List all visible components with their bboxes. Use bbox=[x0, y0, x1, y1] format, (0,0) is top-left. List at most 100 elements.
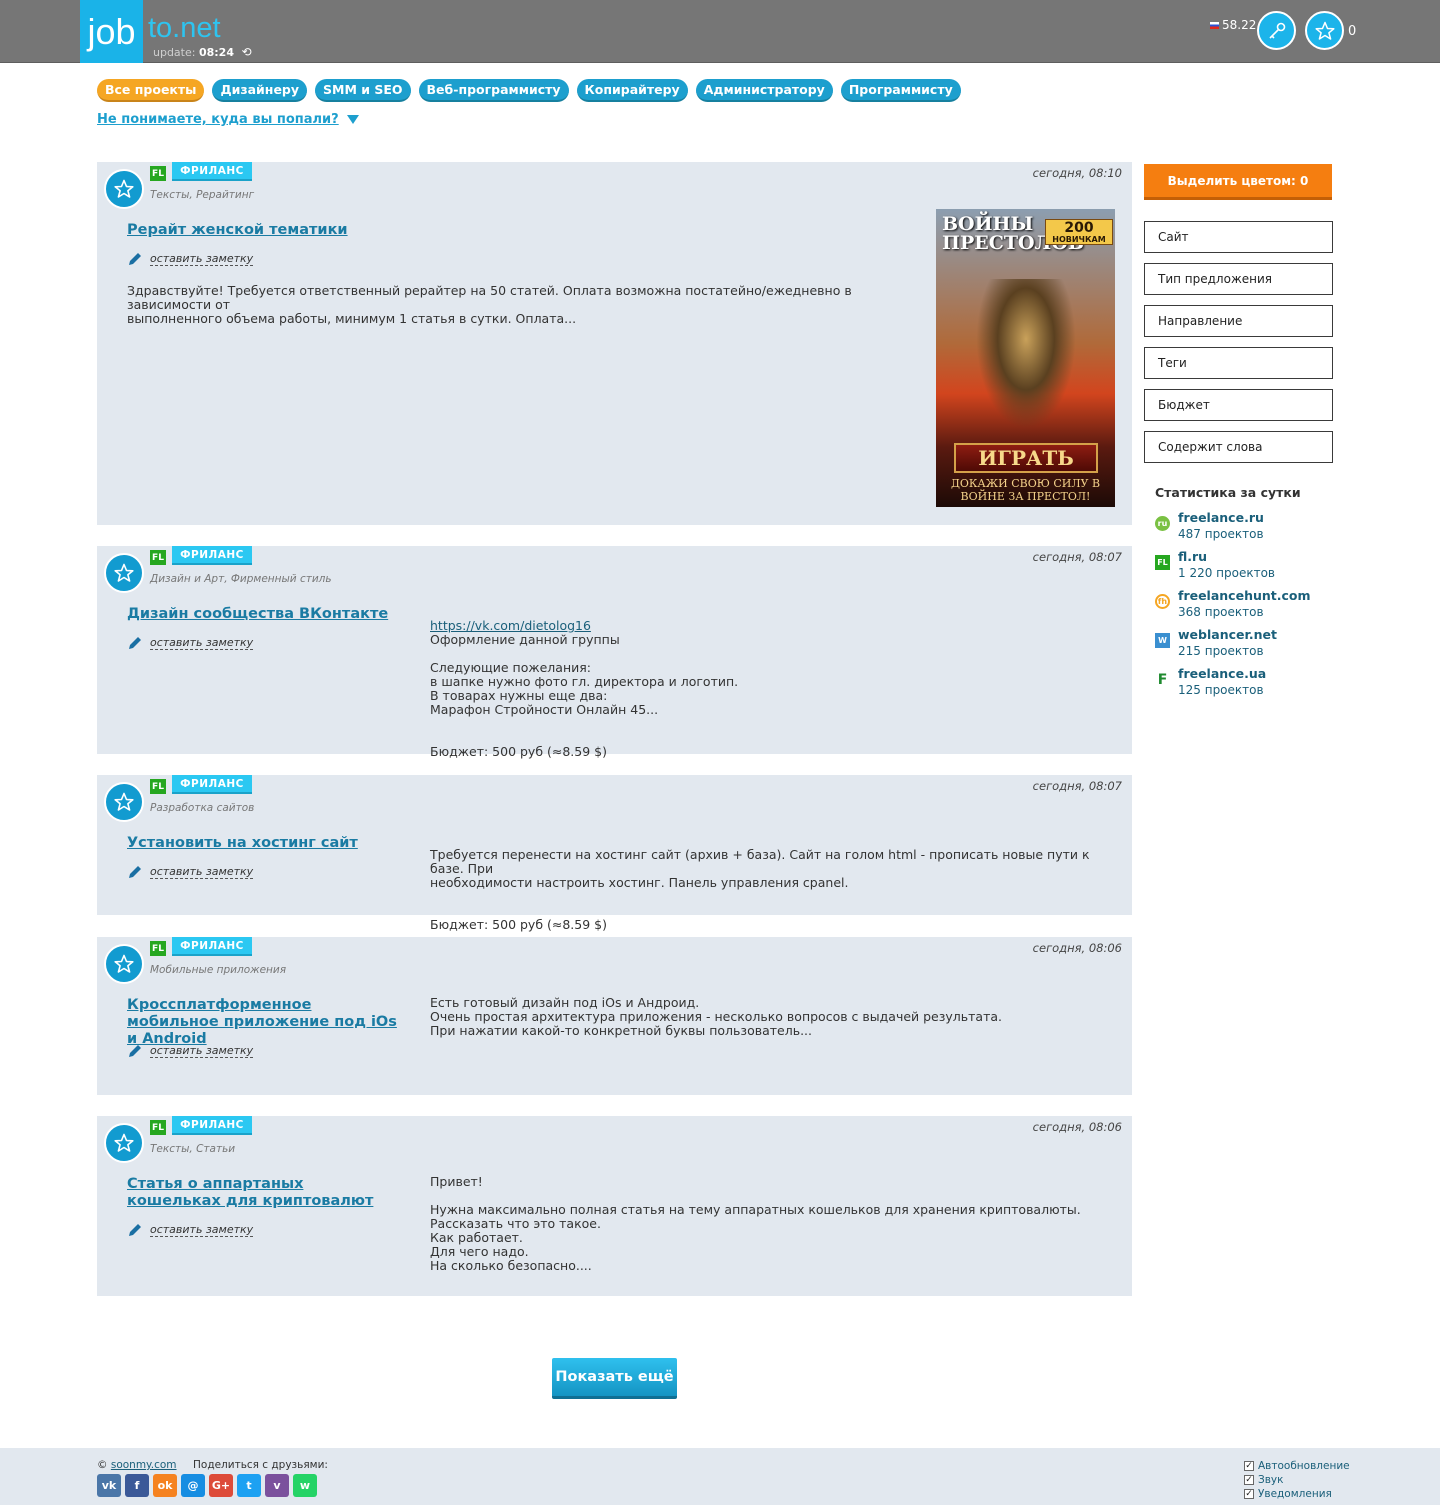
stat-count: 368 проектов bbox=[1178, 605, 1264, 619]
favorite-star-button[interactable] bbox=[104, 553, 144, 593]
project-description: Требуется перенести на хостинг сайт (арх… bbox=[430, 847, 1090, 890]
stat-count: 487 проектов bbox=[1178, 527, 1264, 541]
project-time: сегодня, 08:06 bbox=[1032, 1120, 1122, 1134]
category-pills: Все проекты Дизайнеру SMM и SEO Веб-прог… bbox=[97, 79, 961, 102]
ad-knight-image bbox=[976, 279, 1076, 429]
option-sound[interactable]: ✓ Звук bbox=[1244, 1473, 1350, 1487]
checkbox-notifications[interactable]: ✓ bbox=[1244, 1489, 1254, 1499]
add-note-link[interactable]: оставить заметку bbox=[127, 251, 254, 267]
pencil-icon bbox=[129, 866, 141, 878]
favorite-star-button[interactable] bbox=[104, 944, 144, 984]
project-title-link[interactable]: Установить на хостинг сайт bbox=[127, 835, 397, 852]
googleplus-share-icon[interactable]: G+ bbox=[209, 1474, 233, 1497]
star-icon bbox=[114, 1133, 134, 1152]
option-autoupdate[interactable]: ✓ Автообновление bbox=[1244, 1459, 1350, 1473]
viber-share-icon[interactable]: v bbox=[265, 1474, 289, 1497]
filter-offer-type[interactable]: Тип предложения bbox=[1144, 263, 1333, 295]
project-title-link[interactable]: Кроссплатформенное мобильное приложение … bbox=[127, 997, 397, 1048]
footer: © soonmy.com Поделиться с друзьями: vk f… bbox=[0, 1448, 1440, 1505]
checkbox-autoupdate[interactable]: ✓ bbox=[1244, 1461, 1254, 1471]
whatsapp-share-icon[interactable]: w bbox=[293, 1474, 317, 1497]
stat-site-name: freelancehunt.com bbox=[1178, 588, 1311, 603]
fl-logo-icon: FL bbox=[150, 779, 166, 794]
ad-play-button[interactable]: ИГРАТЬ bbox=[954, 443, 1098, 473]
ad-title: ВОЙНЫ ПРЕСТОЛОВ bbox=[942, 213, 1084, 254]
star-icon bbox=[114, 792, 134, 811]
show-more-button[interactable]: Показать ещё bbox=[552, 1358, 677, 1399]
refresh-icon[interactable]: ⟲ bbox=[241, 45, 251, 59]
rate-value: 58.22 bbox=[1222, 18, 1257, 32]
header: job to.net update: 08:24 ⟲ 58.22 0 bbox=[0, 0, 1440, 63]
currency-rate: 58.22 bbox=[1210, 18, 1256, 32]
stat-weblancer[interactable]: W weblancer.net 215 проектов bbox=[1155, 627, 1277, 659]
filter-site[interactable]: Сайт bbox=[1144, 221, 1333, 253]
checkbox-sound[interactable]: ✓ bbox=[1244, 1475, 1254, 1485]
twitter-share-icon[interactable]: t bbox=[237, 1474, 261, 1497]
stat-fl-ru[interactable]: FL fl.ru 1 220 проектов bbox=[1155, 549, 1275, 581]
project-link[interactable]: https://vk.com/dietolog16 bbox=[430, 618, 591, 633]
favorite-star-button[interactable] bbox=[104, 1123, 144, 1163]
moimir-share-icon[interactable]: @ bbox=[181, 1474, 205, 1497]
freelance-tag[interactable]: ФРИЛАНС bbox=[172, 546, 252, 565]
stat-freelance-ua[interactable]: F freelance.ua 125 проектов bbox=[1155, 666, 1266, 698]
copyright-symbol: © bbox=[97, 1459, 108, 1471]
filter-direction[interactable]: Направление bbox=[1144, 305, 1333, 337]
pill-copywriter[interactable]: Копирайтеру bbox=[576, 79, 688, 102]
filter-budget[interactable]: Бюджет bbox=[1144, 389, 1333, 421]
stat-freelance-ru[interactable]: ru freelance.ru 487 проектов bbox=[1155, 510, 1264, 542]
add-note-text: оставить заметку bbox=[150, 1223, 254, 1237]
update-label: update: bbox=[153, 46, 196, 59]
copyright-link[interactable]: soonmy.com bbox=[111, 1459, 177, 1471]
project-category: Тексты, Статьи bbox=[150, 1143, 236, 1155]
favorite-star-button[interactable] bbox=[104, 782, 144, 822]
favorites-button[interactable] bbox=[1305, 11, 1344, 50]
pencil-icon bbox=[129, 637, 141, 649]
add-note-link[interactable]: оставить заметку bbox=[127, 1222, 254, 1238]
filter-contains-words[interactable]: Содержит слова bbox=[1144, 431, 1333, 463]
add-note-link[interactable]: оставить заметку bbox=[127, 635, 254, 651]
pill-administrator[interactable]: Администратору bbox=[695, 79, 833, 102]
stat-freelancehunt[interactable]: fh freelancehunt.com 368 проектов bbox=[1155, 588, 1311, 620]
freelance-tag[interactable]: ФРИЛАНС bbox=[172, 775, 252, 794]
freelance-tag[interactable]: ФРИЛАНС bbox=[172, 937, 252, 956]
fl-logo-icon: FL bbox=[150, 550, 166, 565]
option-notifications[interactable]: ✓ Уведомления bbox=[1244, 1487, 1350, 1501]
pencil-icon bbox=[129, 1045, 141, 1057]
pill-programmer[interactable]: Программисту bbox=[840, 79, 961, 102]
logo-job: job bbox=[80, 0, 143, 63]
weblancer-icon: W bbox=[1155, 633, 1170, 648]
stat-site-name: freelance.ua bbox=[1178, 666, 1267, 681]
favorite-star-button[interactable] bbox=[104, 169, 144, 209]
login-key-button[interactable] bbox=[1257, 11, 1296, 50]
star-icon bbox=[114, 563, 134, 582]
what-is-this-link[interactable]: Не понимаете, куда вы попали? bbox=[97, 112, 359, 127]
stat-count: 215 проектов bbox=[1178, 644, 1264, 658]
stat-count: 1 220 проектов bbox=[1178, 566, 1276, 580]
project-budget: Бюджет: 500 руб (≈8.59 $) bbox=[430, 744, 607, 759]
add-note-link[interactable]: оставить заметку bbox=[127, 864, 254, 880]
russia-flag-icon bbox=[1210, 21, 1219, 29]
project-title-link[interactable]: Рерайт женской тематики bbox=[127, 222, 397, 239]
fl-logo-icon: FL bbox=[150, 941, 166, 956]
pill-all-projects[interactable]: Все проекты bbox=[97, 79, 205, 102]
freelance-tag[interactable]: ФРИЛАНС bbox=[172, 162, 252, 181]
copyright: © soonmy.com bbox=[97, 1459, 177, 1471]
ad-subtitle: ДОКАЖИ СВОЮ СИЛУ В ВОЙНЕ ЗА ПРЕСТОЛ! bbox=[950, 477, 1101, 503]
freelance-tag[interactable]: ФРИЛАНС bbox=[172, 1116, 252, 1135]
add-note-link[interactable]: оставить заметку bbox=[127, 1043, 254, 1059]
vk-share-icon[interactable]: vk bbox=[97, 1474, 121, 1497]
project-card: FL ФРИЛАНС Тексты, Статьи сегодня, 08:06… bbox=[97, 1116, 1132, 1296]
filter-tags[interactable]: Теги bbox=[1144, 347, 1333, 379]
option-label: Автообновление bbox=[1258, 1460, 1350, 1472]
project-title-link[interactable]: Дизайн сообщества ВКонтакте bbox=[127, 606, 397, 623]
facebook-share-icon[interactable]: f bbox=[125, 1474, 149, 1497]
what-is-this-text: Не понимаете, куда вы попали? bbox=[97, 112, 339, 127]
pill-web-programmer[interactable]: Веб-программисту bbox=[418, 79, 569, 102]
project-category: Тексты, Рерайтинг bbox=[150, 189, 255, 201]
game-ad-banner[interactable]: ВОЙНЫ ПРЕСТОЛОВ 200 НОВИЧКАМ ИГРАТЬ ДОКА… bbox=[936, 209, 1115, 507]
project-title-link[interactable]: Статья о аппартаных кошельках для крипто… bbox=[127, 1176, 397, 1210]
pill-smm-seo[interactable]: SMM и SEO bbox=[315, 79, 411, 102]
pill-designer[interactable]: Дизайнеру bbox=[212, 79, 308, 102]
odnoklassniki-share-icon[interactable]: ok bbox=[153, 1474, 177, 1497]
highlight-color-button[interactable]: Выделить цветом: 0 bbox=[1144, 164, 1332, 200]
